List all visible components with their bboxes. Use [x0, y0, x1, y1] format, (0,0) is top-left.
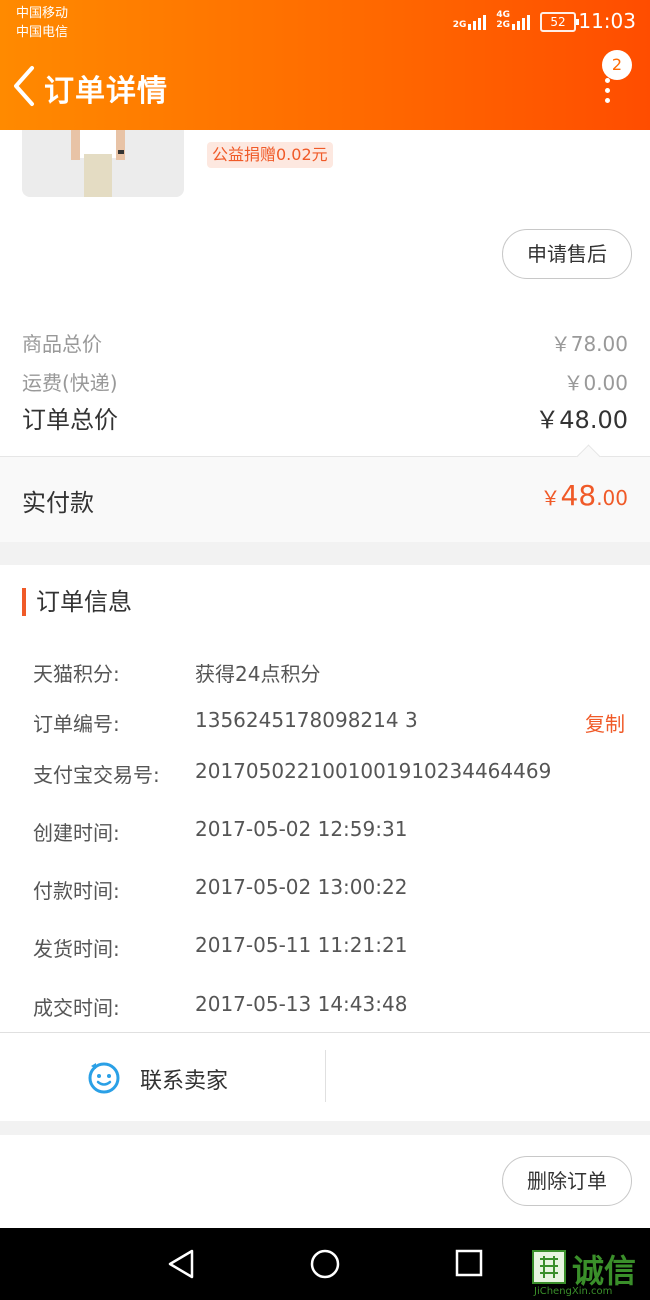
shipping-value: ￥0.00	[563, 371, 628, 395]
notification-badge: 2	[602, 50, 632, 80]
order-info-title: 订单信息	[22, 588, 132, 616]
section-gap	[0, 542, 650, 565]
chevron-left-icon	[14, 66, 34, 106]
carrier-2: 中国电信	[16, 25, 69, 40]
order-total-value: ￥48.00	[535, 406, 628, 434]
signal-icons: 2G 4G 2G	[453, 10, 530, 30]
contact-seller-label: 联系卖家	[140, 1069, 229, 1094]
watermark-seal-icon	[532, 1250, 566, 1284]
info-value: 2017050221001001910234464469	[195, 759, 552, 783]
order-total-row: 订单总价 ￥48.00	[22, 400, 628, 435]
status-bar: 中国移动 中国电信 2G 4G 2G 52 11:03	[0, 0, 650, 46]
paid-box: 实付款 ￥48.00	[0, 444, 650, 543]
info-value: 获得24点积分	[195, 662, 321, 686]
app-header: 中国移动 中国电信 2G 4G 2G 52 11:03 订单详情 2	[0, 0, 650, 130]
info-label: 订单编号:	[33, 712, 120, 736]
clock: 11:03	[578, 9, 636, 33]
copy-button[interactable]: 复制	[585, 708, 625, 737]
paid-currency: ￥	[540, 486, 561, 510]
info-value: 2017-05-02 12:59:31	[195, 817, 408, 841]
order-total-label: 订单总价	[22, 406, 118, 434]
recents-square-icon[interactable]	[454, 1248, 484, 1278]
shipping-row: 运费(快递) ￥0.00	[22, 367, 628, 396]
more-vertical-icon[interactable]	[598, 78, 616, 106]
page-title: 订单详情	[44, 74, 168, 109]
back-button[interactable]	[10, 64, 40, 108]
goods-total-value: ￥78.00	[550, 332, 628, 356]
product-thumbnail[interactable]	[22, 130, 184, 197]
donation-tag: 公益捐赠0.02元	[207, 142, 333, 168]
section-gap	[0, 1121, 650, 1135]
network-label-1: 2G	[452, 20, 467, 30]
home-circle-icon[interactable]	[309, 1248, 341, 1280]
vertical-divider	[325, 1050, 326, 1102]
shipping-label: 运费(快递)	[22, 371, 118, 395]
contact-seller-button[interactable]: 联系卖家	[0, 1033, 325, 1121]
info-label: 付款时间:	[33, 879, 120, 903]
info-label: 创建时间:	[33, 821, 120, 845]
battery-icon: 52	[540, 12, 579, 32]
delete-order-button[interactable]: 删除订单	[502, 1156, 632, 1206]
paid-label: 实付款	[22, 489, 94, 517]
signal-bars-icon	[512, 15, 530, 30]
goods-total-label: 商品总价	[22, 332, 102, 356]
after-sale-button[interactable]: 申请售后	[502, 229, 632, 279]
info-label: 成交时间:	[33, 996, 120, 1020]
info-value: 2017-05-11 11:21:21	[195, 933, 408, 957]
network-label-2b: 2G	[496, 20, 510, 30]
goods-total-row: 商品总价 ￥78.00	[22, 328, 628, 357]
info-value: 2017-05-02 13:00:22	[195, 875, 408, 899]
signal-bars-icon	[468, 15, 487, 30]
product-image	[71, 130, 125, 197]
watermark-logo: 诚信 JiChengXin.com	[530, 1248, 650, 1298]
pointer-notch	[576, 444, 601, 469]
chat-smiley-icon	[88, 1062, 120, 1094]
network-label-2a: 4G	[496, 10, 510, 20]
carrier-1: 中国移动	[16, 6, 69, 21]
info-value: 2017-05-13 14:43:48	[195, 992, 408, 1016]
paid-integer: 48	[560, 479, 597, 512]
watermark-subtext: JiChengXin.com	[534, 1286, 613, 1297]
paid-decimal: .00	[596, 486, 628, 510]
info-value: 1356245178098214 3	[195, 708, 418, 732]
paid-value: ￥48.00	[541, 479, 628, 512]
info-label: 天猫积分:	[33, 662, 120, 686]
info-label: 发货时间:	[33, 937, 120, 961]
info-label: 支付宝交易号:	[33, 763, 160, 787]
back-triangle-icon[interactable]	[166, 1248, 196, 1280]
